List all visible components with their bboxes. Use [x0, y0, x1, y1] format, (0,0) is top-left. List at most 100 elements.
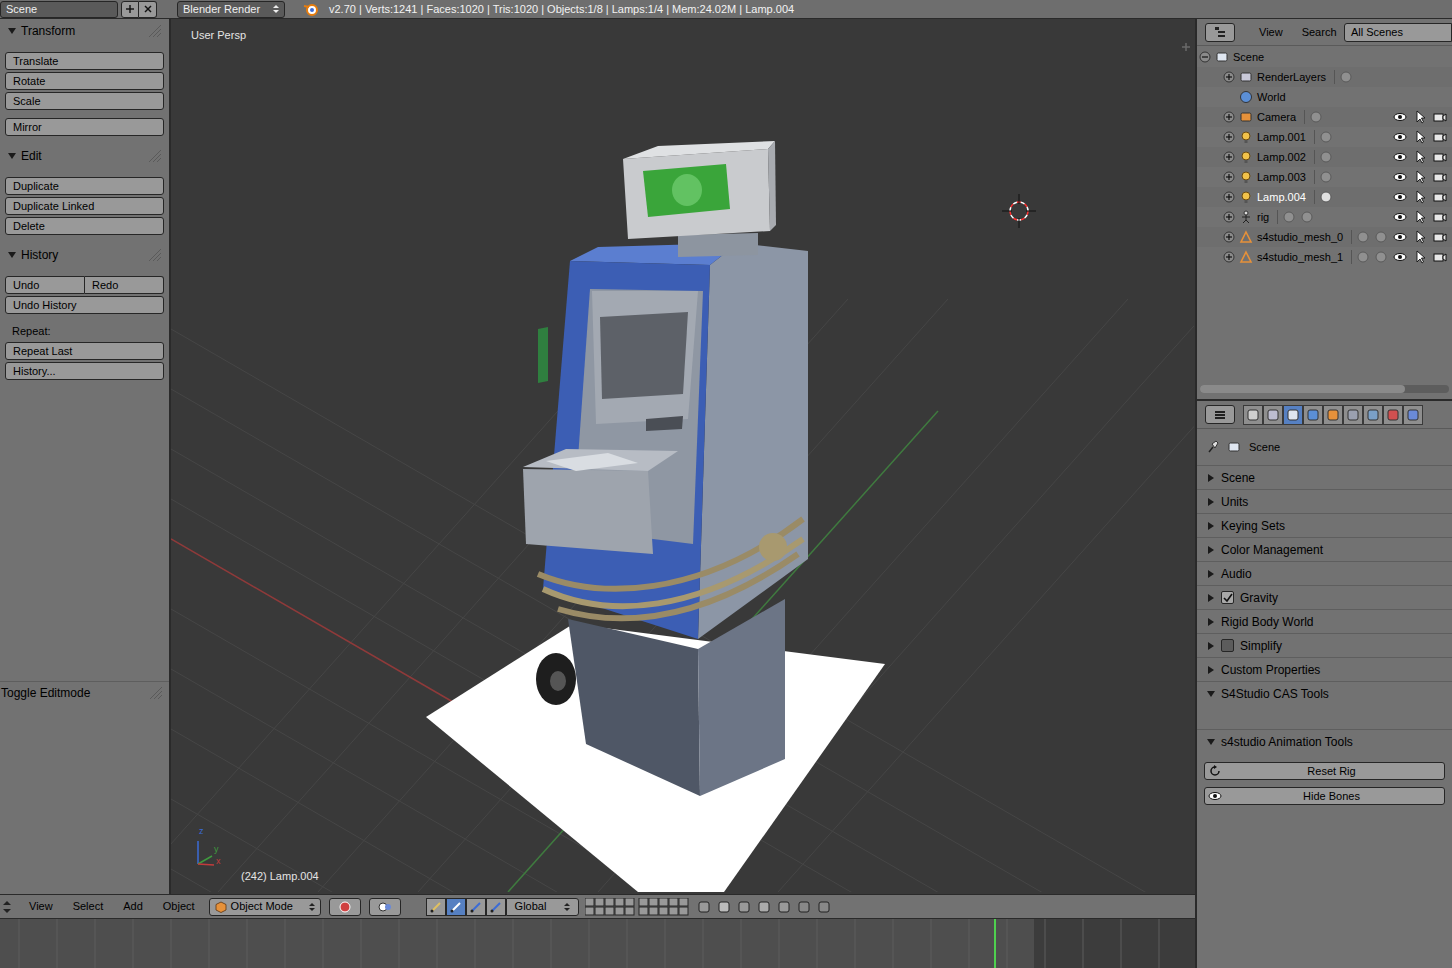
header-menu[interactable]: Search — [1302, 27, 1337, 38]
manipulator-toggle[interactable] — [426, 898, 446, 916]
outliner-row[interactable]: s4studio_mesh_0 — [1197, 227, 1452, 247]
expand-icon[interactable] — [1207, 546, 1215, 554]
data-block-icon[interactable] — [1282, 210, 1296, 224]
outliner-item-name[interactable]: Scene — [1233, 52, 1264, 63]
outliner-row[interactable]: s4studio_mesh_1 — [1197, 247, 1452, 267]
properties-tab[interactable] — [1383, 405, 1403, 425]
viewport-canvas[interactable] — [171, 19, 1194, 892]
properties-tab[interactable] — [1343, 405, 1363, 425]
panel-header[interactable]: Audio — [1197, 562, 1452, 585]
cursor-icon[interactable] — [1413, 230, 1427, 244]
outliner-item-name[interactable]: s4studio_mesh_0 — [1257, 232, 1343, 243]
tree-toggle-icon[interactable] — [1223, 231, 1235, 243]
panel-header[interactable]: s4studio Animation Tools — [1197, 730, 1452, 753]
data-block-icon[interactable] — [1319, 170, 1333, 184]
delete-scene-button[interactable] — [139, 1, 157, 18]
tree-toggle-icon[interactable] — [1223, 111, 1235, 123]
tool-button[interactable]: Redo — [85, 276, 164, 294]
editor-type-dropdown[interactable] — [1205, 23, 1235, 42]
expand-icon[interactable] — [8, 152, 16, 160]
proportional-falloff-icon[interactable] — [737, 900, 751, 914]
data-block-icon[interactable] — [1319, 130, 1333, 144]
blender-logo-icon[interactable] — [303, 2, 319, 16]
outliner-row[interactable]: Camera — [1197, 107, 1452, 127]
shading-dropdown[interactable] — [329, 898, 361, 916]
layer-lock-icon[interactable] — [697, 900, 711, 914]
data-block-icon[interactable] — [1356, 250, 1370, 264]
expand-icon[interactable] — [1207, 642, 1215, 650]
tree-toggle-icon[interactable] — [1223, 251, 1235, 263]
render-icon[interactable] — [797, 900, 811, 914]
outliner-item-name[interactable]: rig — [1257, 212, 1269, 223]
tree-toggle-icon[interactable] — [1223, 71, 1235, 83]
outliner-item-name[interactable]: Lamp.002 — [1257, 152, 1306, 163]
render-engine-dropdown[interactable]: Blender Render — [177, 1, 285, 18]
tool-button[interactable]: Translate — [5, 52, 164, 70]
expand-icon[interactable] — [1207, 666, 1215, 674]
grip-icon[interactable] — [148, 687, 162, 699]
manipulator-toggle[interactable] — [486, 898, 506, 916]
camera-icon[interactable] — [1433, 230, 1447, 244]
cursor-icon[interactable] — [1413, 210, 1427, 224]
data-block-icon[interactable] — [1319, 190, 1333, 204]
camera-icon[interactable] — [1433, 190, 1447, 204]
data-block-icon[interactable] — [1300, 210, 1314, 224]
header-menu[interactable]: View — [1259, 27, 1283, 38]
eye-icon[interactable] — [1393, 130, 1407, 144]
tree-toggle-icon[interactable] — [1223, 151, 1235, 163]
cursor-icon[interactable] — [1413, 250, 1427, 264]
proportional-icon[interactable] — [717, 900, 731, 914]
outliner-row[interactable]: Lamp.001 — [1197, 127, 1452, 147]
panel-header[interactable]: Rigid Body World — [1197, 610, 1452, 633]
pin-icon[interactable] — [1207, 440, 1219, 454]
horizontal-scrollbar[interactable] — [1200, 385, 1449, 393]
expand-icon[interactable] — [8, 251, 16, 259]
editor-type-icon[interactable] — [1, 900, 13, 914]
properties-tab[interactable] — [1403, 405, 1423, 425]
current-frame-line[interactable] — [994, 919, 996, 968]
data-block-icon[interactable] — [1309, 110, 1323, 124]
outliner-row[interactable]: RenderLayers — [1197, 67, 1452, 87]
panel-header[interactable]: Keying Sets — [1197, 514, 1452, 537]
operator-header[interactable]: Toggle Editmode — [0, 682, 169, 704]
data-block-icon[interactable] — [1374, 230, 1388, 244]
properties-tab[interactable] — [1243, 405, 1263, 425]
outliner-item-name[interactable]: Lamp.003 — [1257, 172, 1306, 183]
panel-header[interactable]: History — [0, 243, 169, 267]
panel-checkbox[interactable] — [1221, 639, 1234, 652]
layers-icon[interactable] — [585, 898, 689, 916]
tree-toggle-icon[interactable] — [1223, 191, 1235, 203]
eye-icon[interactable] — [1393, 150, 1407, 164]
eye-icon[interactable] — [1393, 110, 1407, 124]
tool-button[interactable]: Undo History — [5, 296, 164, 314]
outliner-row[interactable]: Lamp.003 — [1197, 167, 1452, 187]
eye-icon[interactable] — [1393, 250, 1407, 264]
outliner-item-name[interactable]: s4studio_mesh_1 — [1257, 252, 1343, 263]
snap-icon[interactable] — [757, 900, 771, 914]
expand-icon[interactable] — [1207, 522, 1215, 530]
eye-icon[interactable] — [1393, 190, 1407, 204]
grip-icon[interactable] — [147, 25, 161, 37]
tree-toggle-icon[interactable] — [1199, 51, 1211, 63]
properties-tab[interactable] — [1283, 405, 1303, 425]
expand-icon[interactable] — [1207, 690, 1215, 698]
panel-button[interactable]: Reset Rig — [1204, 762, 1445, 780]
properties-tab[interactable] — [1303, 405, 1323, 425]
header-menu[interactable]: Add — [123, 901, 143, 912]
outliner-item-name[interactable]: Camera — [1257, 112, 1296, 123]
mode-dropdown[interactable]: Object Mode — [209, 898, 321, 916]
outliner-item-name[interactable]: Lamp.001 — [1257, 132, 1306, 143]
snap-element-icon[interactable] — [777, 900, 791, 914]
tool-button[interactable]: Scale — [5, 92, 164, 110]
properties-tab[interactable] — [1323, 405, 1343, 425]
tree-toggle-icon[interactable] — [1223, 171, 1235, 183]
expand-icon[interactable] — [1207, 738, 1215, 746]
camera-icon[interactable] — [1433, 130, 1447, 144]
outliner-row[interactable]: Scene — [1197, 47, 1452, 67]
properties-tab[interactable] — [1263, 405, 1283, 425]
header-menu[interactable]: View — [29, 901, 53, 912]
grip-icon[interactable] — [147, 150, 161, 162]
data-block-icon[interactable] — [1374, 250, 1388, 264]
data-block-icon[interactable] — [1319, 150, 1333, 164]
data-block-icon[interactable] — [1339, 70, 1353, 84]
